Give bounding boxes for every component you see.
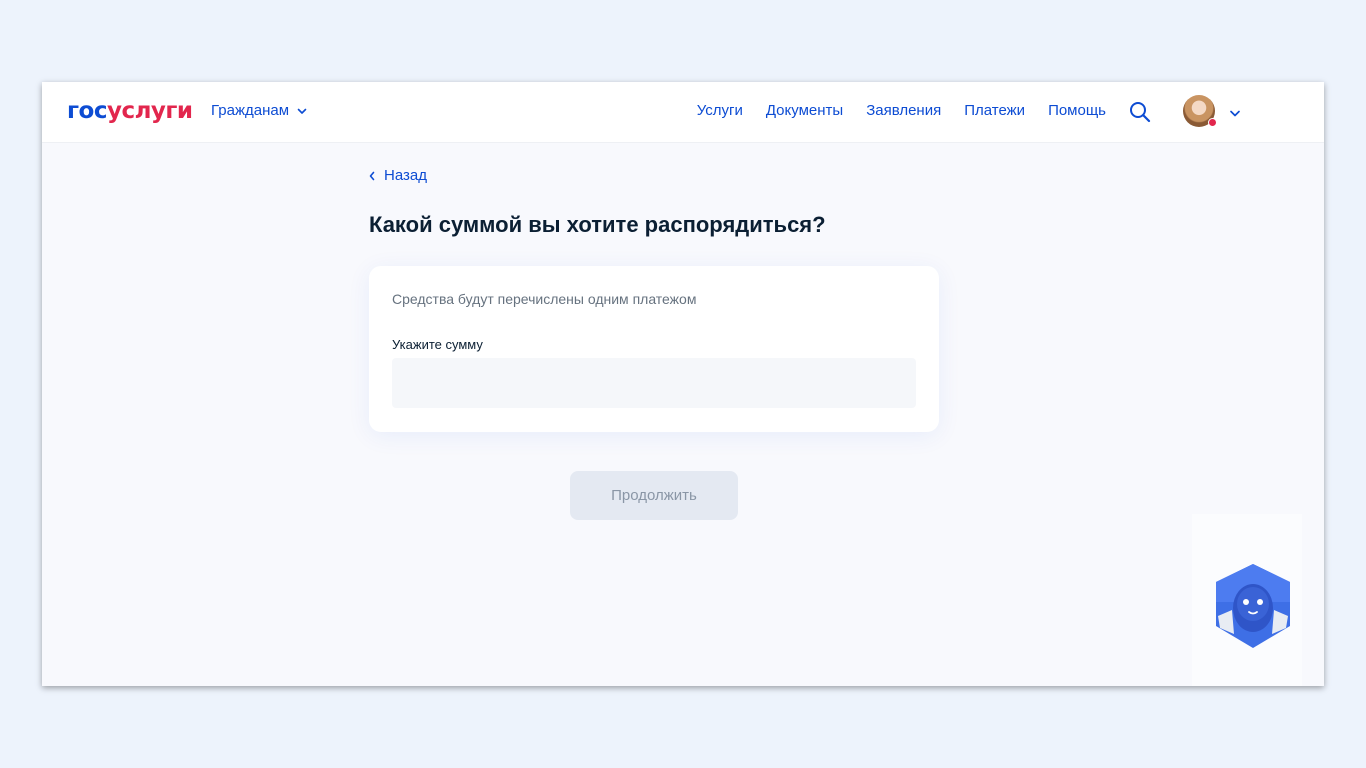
back-label: Назад [384, 167, 427, 184]
audience-dropdown[interactable]: Гражданам [211, 102, 307, 119]
chevron-down-icon [297, 108, 307, 114]
browser-window: госуслуги Гражданам Услуги Документы Зая… [42, 82, 1324, 686]
chevron-down-icon[interactable] [1229, 107, 1241, 119]
continue-button[interactable]: Продолжить [570, 471, 738, 520]
nav-item-documents[interactable]: Документы [766, 102, 843, 119]
nav-item-help[interactable]: Помощь [1048, 102, 1106, 119]
notification-dot [1208, 118, 1217, 127]
nav-item-payments[interactable]: Платежи [964, 102, 1025, 119]
page-title: Какой суммой вы хотите распорядиться? [369, 212, 826, 237]
back-link[interactable]: Назад [368, 167, 427, 184]
amount-input[interactable] [392, 358, 916, 408]
amount-field-label: Укажите сумму [392, 337, 483, 352]
card-subtitle: Средства будут перечислены одним платежо… [392, 291, 697, 307]
audience-label: Гражданам [211, 102, 290, 119]
site-header: госуслуги Гражданам Услуги Документы Зая… [42, 82, 1324, 143]
robot-assistant-icon[interactable] [1212, 562, 1294, 650]
gosuslugi-logo[interactable]: госуслуги [67, 98, 193, 124]
main-nav: Услуги Документы Заявления Платежи Помощ… [697, 102, 1106, 119]
search-icon[interactable] [1129, 101, 1151, 123]
nav-item-services[interactable]: Услуги [697, 102, 743, 119]
logo-part-gos: гос [67, 98, 107, 124]
amount-card: Средства будут перечислены одним платежо… [369, 266, 939, 432]
chevron-left-icon [369, 171, 375, 180]
nav-item-applications[interactable]: Заявления [866, 102, 941, 119]
logo-part-uslugi: услуги [106, 98, 193, 124]
